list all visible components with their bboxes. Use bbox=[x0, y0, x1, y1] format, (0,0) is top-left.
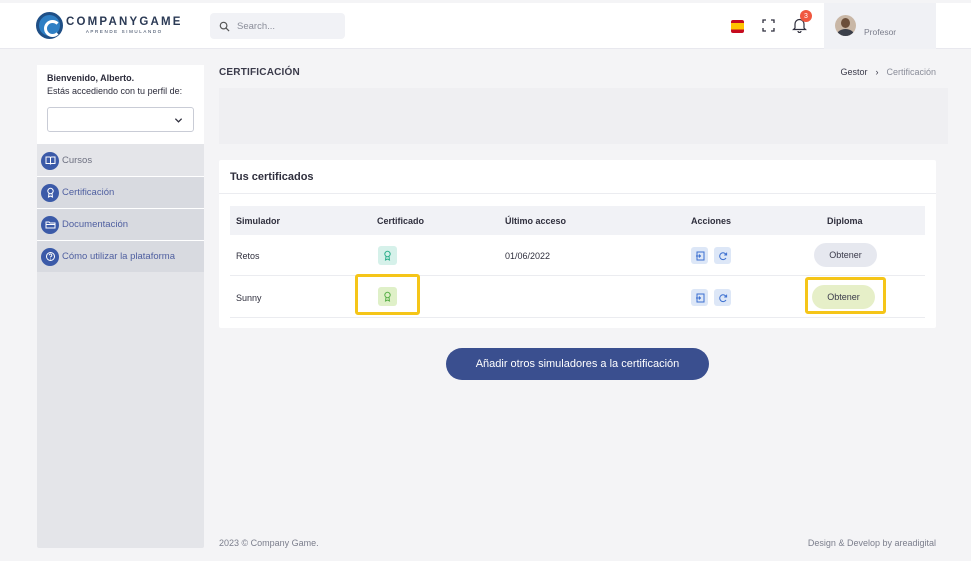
sidebar-item-label: Cómo utilizar la plataforma bbox=[62, 251, 175, 262]
sidebar-item-documentacion[interactable]: Documentación bbox=[37, 209, 204, 240]
logo-tagline: APRENDE SIMULANDO bbox=[85, 28, 163, 34]
simulator-name: Sunny bbox=[236, 293, 262, 303]
top-header: COMPANYGAME APRENDE SIMULANDO 3 Profesor bbox=[0, 3, 971, 49]
sidebar-item-label: Documentación bbox=[62, 219, 129, 230]
login-icon[interactable] bbox=[691, 289, 708, 306]
sidebar-item-certificacion[interactable]: Certificación bbox=[37, 177, 204, 208]
user-role: Profesor bbox=[864, 27, 897, 37]
column-header: Diploma bbox=[827, 216, 863, 226]
sidebar-item-label: Cursos bbox=[62, 155, 93, 166]
greeting-text: Bienvenido, Alberto. bbox=[47, 73, 135, 83]
add-simulators-button[interactable]: Añadir otros simuladores a la certificac… bbox=[446, 348, 709, 380]
sidebar-item-como-utilizar[interactable]: Cómo utilizar la plataforma bbox=[37, 241, 204, 272]
certificate-icon[interactable] bbox=[378, 246, 397, 265]
chevron-down-icon bbox=[174, 118, 183, 123]
footer-credit[interactable]: Design & Develop by areadigital bbox=[808, 538, 936, 548]
login-icon[interactable] bbox=[691, 247, 708, 264]
logo-icon bbox=[36, 12, 63, 39]
column-header: Último acceso bbox=[505, 216, 567, 226]
help-icon bbox=[41, 247, 59, 266]
breadcrumb-separator-icon: › bbox=[875, 67, 879, 77]
page-title: CERTIFICACIÓN bbox=[219, 67, 300, 78]
notification-badge: 3 bbox=[800, 10, 812, 22]
empty-panel bbox=[219, 88, 948, 144]
footer-copyright: 2023 © Company Game. bbox=[219, 538, 319, 548]
refresh-icon[interactable] bbox=[714, 247, 731, 264]
last-access: 01/06/2022 bbox=[505, 251, 551, 261]
highlight-certificate bbox=[355, 274, 420, 315]
search-input[interactable] bbox=[237, 20, 337, 32]
sidebar-item-label: Certificación bbox=[62, 187, 115, 198]
refresh-icon[interactable] bbox=[714, 289, 731, 306]
welcome-panel: Bienvenido, Alberto. Estás accediendo co… bbox=[37, 65, 204, 144]
sidebar: Bienvenido, Alberto. Estás accediendo co… bbox=[37, 65, 204, 548]
obtener-diploma-button[interactable]: Obtener bbox=[814, 243, 877, 267]
profile-prompt: Estás accediendo con tu perfil de: bbox=[47, 86, 183, 96]
search-box[interactable] bbox=[210, 13, 345, 39]
sidebar-item-cursos[interactable]: Cursos bbox=[37, 145, 204, 176]
breadcrumb-current: Certificación bbox=[886, 67, 936, 77]
table-header: Simulador Certificado Último acceso Acci… bbox=[230, 206, 925, 235]
award-icon bbox=[41, 183, 59, 202]
highlight-diploma bbox=[805, 277, 886, 314]
book-icon bbox=[41, 151, 59, 170]
breadcrumb-gestor[interactable]: Gestor bbox=[840, 67, 867, 77]
column-header: Acciones bbox=[691, 216, 732, 226]
avatar bbox=[835, 15, 856, 36]
profile-select[interactable] bbox=[47, 107, 194, 132]
logo-text: COMPANYGAME bbox=[66, 16, 183, 28]
company-logo[interactable]: COMPANYGAME APRENDE SIMULANDO bbox=[36, 12, 183, 39]
breadcrumb: Gestor › Certificación bbox=[840, 67, 936, 77]
spain-flag-icon[interactable] bbox=[731, 20, 744, 33]
table-row: Retos 01/06/2022 Obtener bbox=[230, 235, 925, 276]
card-title: Tus certificados bbox=[230, 171, 314, 183]
simulator-name: Retos bbox=[236, 251, 260, 261]
column-header: Certificado bbox=[377, 216, 425, 226]
search-icon bbox=[219, 21, 230, 32]
user-menu[interactable]: Profesor bbox=[824, 3, 936, 49]
folder-icon bbox=[41, 215, 59, 234]
column-header: Simulador bbox=[236, 216, 281, 226]
fullscreen-icon[interactable] bbox=[762, 19, 775, 32]
